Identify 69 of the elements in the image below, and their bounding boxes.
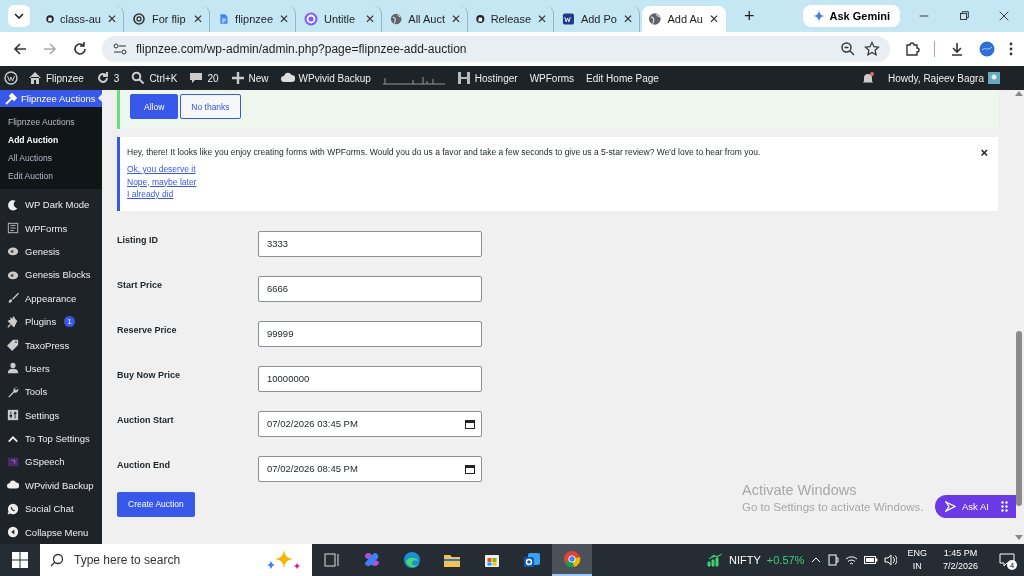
sidebar-item[interactable]: Settings (0, 403, 102, 427)
browser-tab[interactable]: Add Au ✕ (642, 6, 726, 32)
sidebar-item[interactable]: WPvivid Backup (0, 473, 102, 498)
new-tab-button[interactable]: + (738, 5, 761, 27)
field-label: Reserve Price (117, 323, 178, 335)
submenu-item[interactable]: Add Auction (0, 131, 102, 149)
sidebar-item[interactable]: Users (0, 356, 102, 381)
admin-bar-comments-link[interactable]: 20 (183, 71, 225, 85)
tab-close-button[interactable]: ✕ (451, 12, 461, 26)
activation-message: Go to Settings to activate Windows. (742, 501, 924, 513)
tab-close-button[interactable]: ✕ (193, 12, 203, 26)
tab-close-button[interactable]: ✕ (537, 12, 547, 26)
language-indicator[interactable]: ENG IN (907, 547, 927, 573)
stock-name[interactable]: NIFTY (729, 554, 761, 566)
field-label: Buy Now Price (117, 368, 182, 380)
input-field[interactable]: 99999 (258, 320, 482, 347)
datetime-field[interactable]: 07/02/2026 08:45 PM (258, 455, 482, 482)
admin-bar-link[interactable]: Edit Home Page (580, 72, 665, 84)
sidebar-item[interactable]: Appearance (0, 286, 102, 310)
field-label: Auction End (117, 458, 171, 470)
sidebar-item[interactable]: GSpeech (0, 450, 102, 474)
notice-link[interactable]: Nope, maybe later (127, 175, 197, 188)
input-field[interactable]: 6666 (258, 275, 482, 302)
sidebar-item[interactable]: Collapse Menu (0, 520, 102, 544)
sidebar-item[interactable]: TaxoPress (0, 333, 102, 357)
taskbar-search-field[interactable]: Type here to search (40, 544, 312, 576)
sidebar-item[interactable]: Tools (0, 380, 102, 404)
sidebar-item[interactable]: Social Chat (0, 497, 102, 521)
input-field[interactable]: 3333 (258, 230, 482, 257)
admin-bar-link[interactable]: WPForms (523, 72, 581, 84)
decline-button[interactable]: No thanks (180, 94, 241, 119)
submenu-item[interactable]: Edit Auction (0, 167, 102, 185)
tab-close-button[interactable]: ✕ (279, 12, 289, 26)
clock[interactable]: 1:45 PM 7/2/2026 (942, 547, 978, 573)
ask-ai-button[interactable]: Ask AI (935, 495, 1016, 518)
address-bar[interactable]: flipnzee.com/wp-admin/admin.php?page=flipnzee-add-auction (102, 36, 890, 62)
submenu-item[interactable]: All Auctions (0, 149, 102, 167)
input-field[interactable]: 10000000 (258, 365, 482, 392)
ask-gemini-button[interactable]: Ask Gemini (802, 5, 901, 27)
admin-bar-hostinger-link[interactable]: Hostinger (450, 71, 524, 85)
account-menu-link[interactable]: Howdy, Rajeev Bagra (882, 72, 1006, 84)
sidebar-item[interactable]: To Top Settings (0, 426, 102, 451)
dismiss-button[interactable]: × (980, 145, 988, 160)
datetime-field[interactable]: 07/02/2026 03:45 PM (258, 410, 482, 437)
field-label: Auction Start (117, 413, 175, 425)
current-menu-item[interactable]: Flipnzee Auctions (0, 90, 102, 107)
tab-close-button[interactable]: ✕ (709, 12, 719, 26)
allow-button[interactable]: Allow (130, 94, 179, 119)
sidebar-item[interactable]: Genesis (0, 239, 102, 264)
sidebar-item[interactable]: Genesis Blocks (0, 263, 102, 287)
notice-link[interactable]: Ok, you deserve it (127, 163, 196, 176)
notice-text: Hey, there! It looks like you enjoy creating forms with WPForms. Would you do us a favor and take a few seconds to give us a 5-star review? We'd love to hear from you. (127, 147, 762, 157)
sidebar-item[interactable]: WPForms (0, 216, 102, 240)
admin-bar-search-link[interactable]: Ctrl+K (125, 71, 184, 85)
admin-bar-updates-link[interactable]: 3 (89, 71, 126, 85)
sidebar-item[interactable]: WP Dark Mode (0, 193, 102, 217)
stock-change: +0.57% (766, 554, 805, 566)
submenu-item[interactable]: Flipnzee Auctions (0, 113, 102, 131)
field-label: Start Price (117, 278, 164, 290)
create-auction-button[interactable]: Create Auction (117, 491, 195, 517)
tab-close-button[interactable]: ✕ (365, 12, 375, 26)
tab-close-button[interactable]: ✕ (623, 12, 633, 26)
tab-close-button[interactable]: ✕ (107, 12, 117, 26)
activation-title: Activate Windows (742, 482, 858, 498)
admin-bar-new-link[interactable]: New (224, 71, 275, 85)
notice-link[interactable]: I already did (127, 188, 174, 201)
admin-bar-home-link[interactable]: Flipnzee (22, 71, 90, 85)
admin-bar-cloud-link[interactable]: WPvivid Backup (274, 71, 377, 85)
field-label: Listing ID (117, 233, 159, 245)
